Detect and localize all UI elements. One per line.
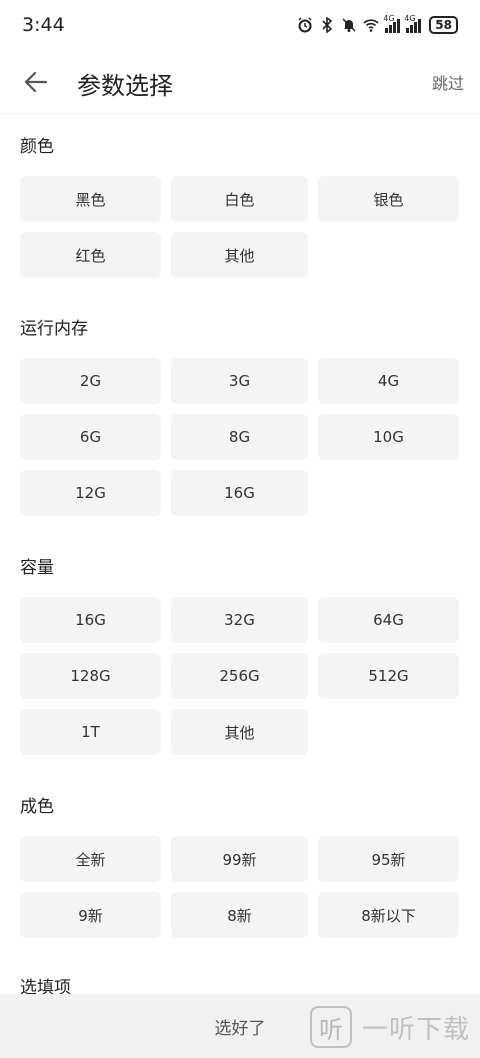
watermark: 听 一听下载 <box>309 1006 470 1048</box>
network-type-1: 4G <box>383 14 395 23</box>
done-button[interactable]: 选好了 <box>215 1014 266 1039</box>
option-chip[interactable]: 全新 <box>20 836 161 882</box>
section-ram: 运行内存 2G 3G 4G 6G 8G 10G 12G 16G <box>0 317 480 516</box>
section-optional: 选填项 <box>0 976 480 994</box>
section-title: 容量 <box>20 558 54 578</box>
option-grid: 黑色 白色 银色 红色 其他 <box>20 176 460 278</box>
option-chip[interactable]: 64G <box>318 597 459 643</box>
option-chip[interactable]: 8新以下 <box>318 892 459 938</box>
option-chip[interactable]: 其他 <box>171 709 308 755</box>
section-title: 选填项 <box>20 978 71 994</box>
option-chip[interactable]: 4G <box>318 358 459 404</box>
section-title: 运行内存 <box>20 319 88 339</box>
option-chip[interactable]: 16G <box>171 470 308 516</box>
status-icons: 4G 4G 58 <box>297 14 458 34</box>
option-grid: 2G 3G 4G 6G 8G 10G 12G 16G <box>20 358 460 516</box>
option-chip[interactable]: 256G <box>171 653 308 699</box>
option-chip[interactable]: 黑色 <box>20 176 161 222</box>
page-header: 参数选择 跳过 <box>0 50 480 114</box>
page-title: 参数选择 <box>77 72 173 100</box>
option-chip[interactable]: 32G <box>171 597 308 643</box>
option-chip[interactable]: 128G <box>20 653 161 699</box>
battery-indicator: 58 <box>429 16 458 34</box>
signal-strength-2: 4G <box>404 14 422 33</box>
option-chip[interactable]: 3G <box>171 358 308 404</box>
option-chip[interactable]: 其他 <box>171 232 308 278</box>
option-chip[interactable]: 6G <box>20 414 161 460</box>
option-chip[interactable]: 9新 <box>20 892 161 938</box>
option-chip[interactable]: 红色 <box>20 232 161 278</box>
section-color: 颜色 黑色 白色 银色 红色 其他 <box>0 135 480 278</box>
option-chip[interactable]: 10G <box>318 414 459 460</box>
signal-strength-1: 4G <box>383 14 401 33</box>
option-chip[interactable]: 512G <box>318 653 459 699</box>
option-chip[interactable]: 99新 <box>171 836 308 882</box>
option-chip[interactable]: 白色 <box>171 176 308 222</box>
option-chip[interactable]: 12G <box>20 470 161 516</box>
parameter-list[interactable]: 颜色 黑色 白色 银色 红色 其他 运行内存 2G 3G 4G 6G 8G 10… <box>0 114 480 994</box>
status-time: 3:44 <box>22 14 65 36</box>
option-chip[interactable]: 8G <box>171 414 308 460</box>
option-chip[interactable]: 16G <box>20 597 161 643</box>
arrow-left-icon[interactable] <box>22 68 50 96</box>
status-bar: 3:44 4G 4G 58 <box>0 0 480 50</box>
option-chip[interactable]: 银色 <box>318 176 459 222</box>
option-grid: 全新 99新 95新 9新 8新 8新以下 <box>20 836 460 938</box>
bluetooth-icon <box>322 17 333 33</box>
alarm-icon <box>298 17 312 33</box>
section-storage: 容量 16G 32G 64G 128G 256G 512G 1T 其他 <box>0 556 480 755</box>
network-type-2: 4G <box>404 14 416 23</box>
wifi-icon <box>363 19 379 32</box>
bell-off-icon <box>342 18 356 32</box>
section-condition: 成色 全新 99新 95新 9新 8新 8新以下 <box>0 795 480 938</box>
skip-button[interactable]: 跳过 <box>432 70 464 94</box>
option-grid: 16G 32G 64G 128G 256G 512G 1T 其他 <box>20 597 460 755</box>
option-chip[interactable]: 2G <box>20 358 161 404</box>
option-chip[interactable]: 1T <box>20 709 161 755</box>
watermark-text: 一听下载 <box>361 1014 470 1045</box>
option-chip[interactable]: 8新 <box>171 892 308 938</box>
section-title: 成色 <box>20 797 54 817</box>
option-chip[interactable]: 95新 <box>318 836 459 882</box>
watermark-logo: 听 <box>309 1006 352 1048</box>
section-title: 颜色 <box>20 137 54 157</box>
